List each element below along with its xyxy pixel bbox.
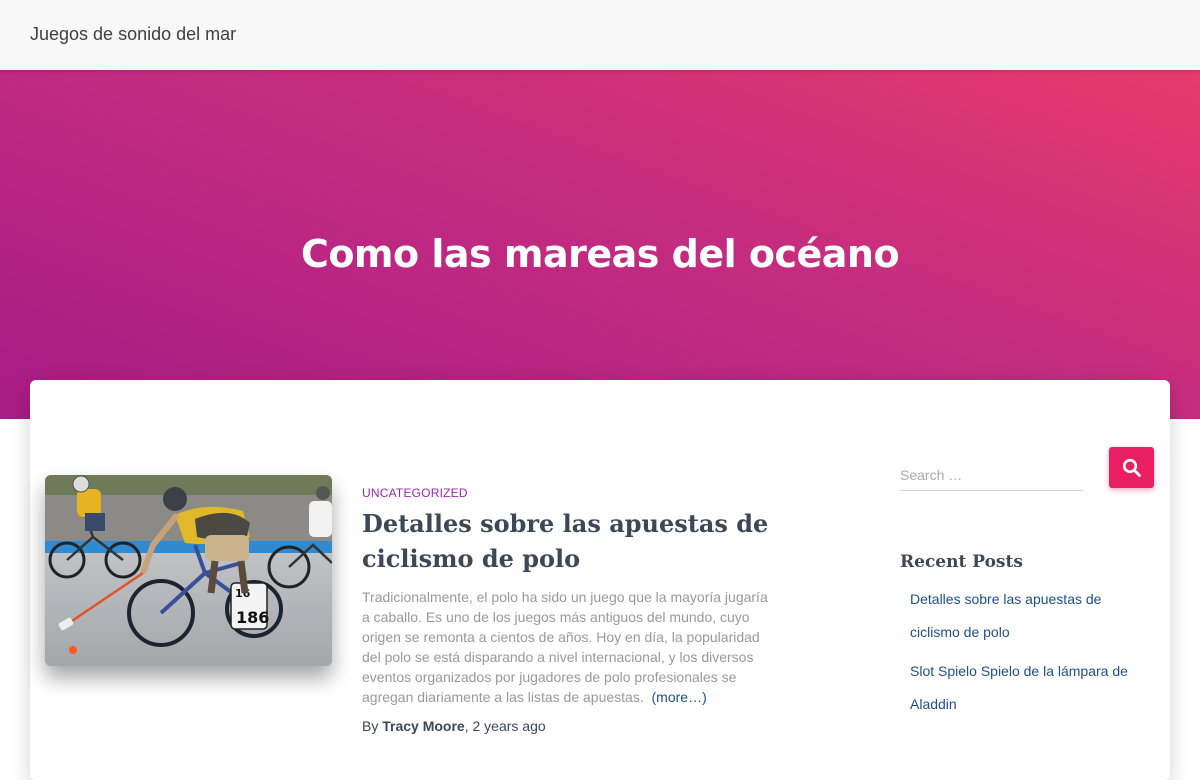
search-button[interactable] bbox=[1109, 447, 1154, 488]
list-item: Detalles sobre las apuestas de ciclismo … bbox=[910, 583, 1150, 649]
recent-post-link[interactable]: Detalles sobre las apuestas de ciclismo … bbox=[910, 591, 1101, 640]
post-date: 2 years ago bbox=[472, 718, 546, 734]
post-byline: By Tracy Moore, 2 years ago bbox=[362, 718, 546, 734]
main-content-card: 16 186 UNCATEGORIZED Detalles sobre las … bbox=[30, 380, 1170, 780]
page-title: Como las mareas del océano bbox=[300, 232, 900, 276]
post-excerpt-text: Tradicionalmente, el polo ha sido un jue… bbox=[362, 589, 768, 705]
search-icon bbox=[1122, 458, 1141, 477]
post-excerpt: Tradicionalmente, el polo ha sido un jue… bbox=[362, 587, 777, 707]
search-input[interactable] bbox=[900, 460, 1083, 491]
byline-label: By bbox=[362, 718, 379, 734]
post-title: Detalles sobre las apuestas de ciclismo … bbox=[362, 506, 782, 576]
hero-banner: Como las mareas del océano bbox=[0, 70, 1200, 419]
site-brand-link[interactable]: Juegos de sonido del mar bbox=[30, 24, 236, 45]
recent-posts-list: Detalles sobre las apuestas de ciclismo … bbox=[910, 583, 1150, 727]
recent-posts-heading: Recent Posts bbox=[900, 552, 1023, 572]
post-author-link[interactable]: Tracy Moore bbox=[382, 718, 464, 734]
post-thumbnail[interactable]: 16 186 bbox=[45, 475, 332, 666]
bike-plate-number: 186 bbox=[236, 608, 269, 627]
post-category-link[interactable]: UNCATEGORIZED bbox=[362, 486, 468, 500]
read-more-link[interactable]: (more…) bbox=[652, 689, 707, 705]
navbar: Juegos de sonido del mar bbox=[0, 0, 1200, 70]
bike-polo-photo: 16 186 bbox=[45, 475, 332, 666]
list-item: Slot Spielo Spielo de la lámpara de Alad… bbox=[910, 655, 1150, 721]
post-title-link[interactable]: Detalles sobre las apuestas de ciclismo … bbox=[362, 509, 768, 573]
recent-post-link[interactable]: Slot Spielo Spielo de la lámpara de Alad… bbox=[910, 663, 1128, 712]
